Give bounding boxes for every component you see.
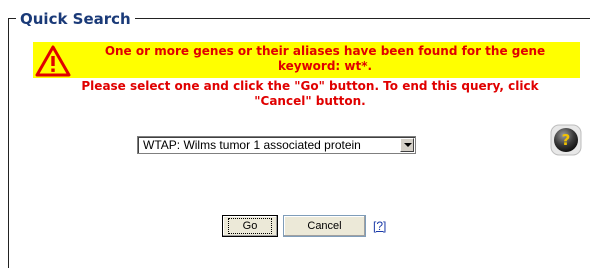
help-question-icon[interactable]: ? — [550, 124, 582, 156]
warning-text-line-4: "Cancel" button. — [254, 94, 366, 108]
go-button[interactable]: Go — [222, 215, 278, 237]
warning-text-line-1: One or more genes or their aliases have … — [104, 44, 546, 58]
warning-text-line-2: keyword: wt*. — [277, 59, 373, 73]
go-button-label: Go — [227, 218, 273, 234]
warning-triangle-icon — [35, 45, 71, 77]
panel-title: Quick Search — [16, 10, 135, 28]
gene-select-value: WTAP: Wilms tumor 1 associated protein — [143, 138, 361, 152]
chevron-down-icon[interactable] — [400, 138, 414, 152]
help-link[interactable]: [?] — [373, 219, 386, 233]
warning-text-line-3: Please select one and click the "Go" but… — [81, 79, 539, 93]
gene-select[interactable]: WTAP: Wilms tumor 1 associated protein — [137, 136, 416, 154]
cancel-button[interactable]: Cancel — [283, 215, 366, 237]
svg-text:?: ? — [562, 131, 571, 149]
